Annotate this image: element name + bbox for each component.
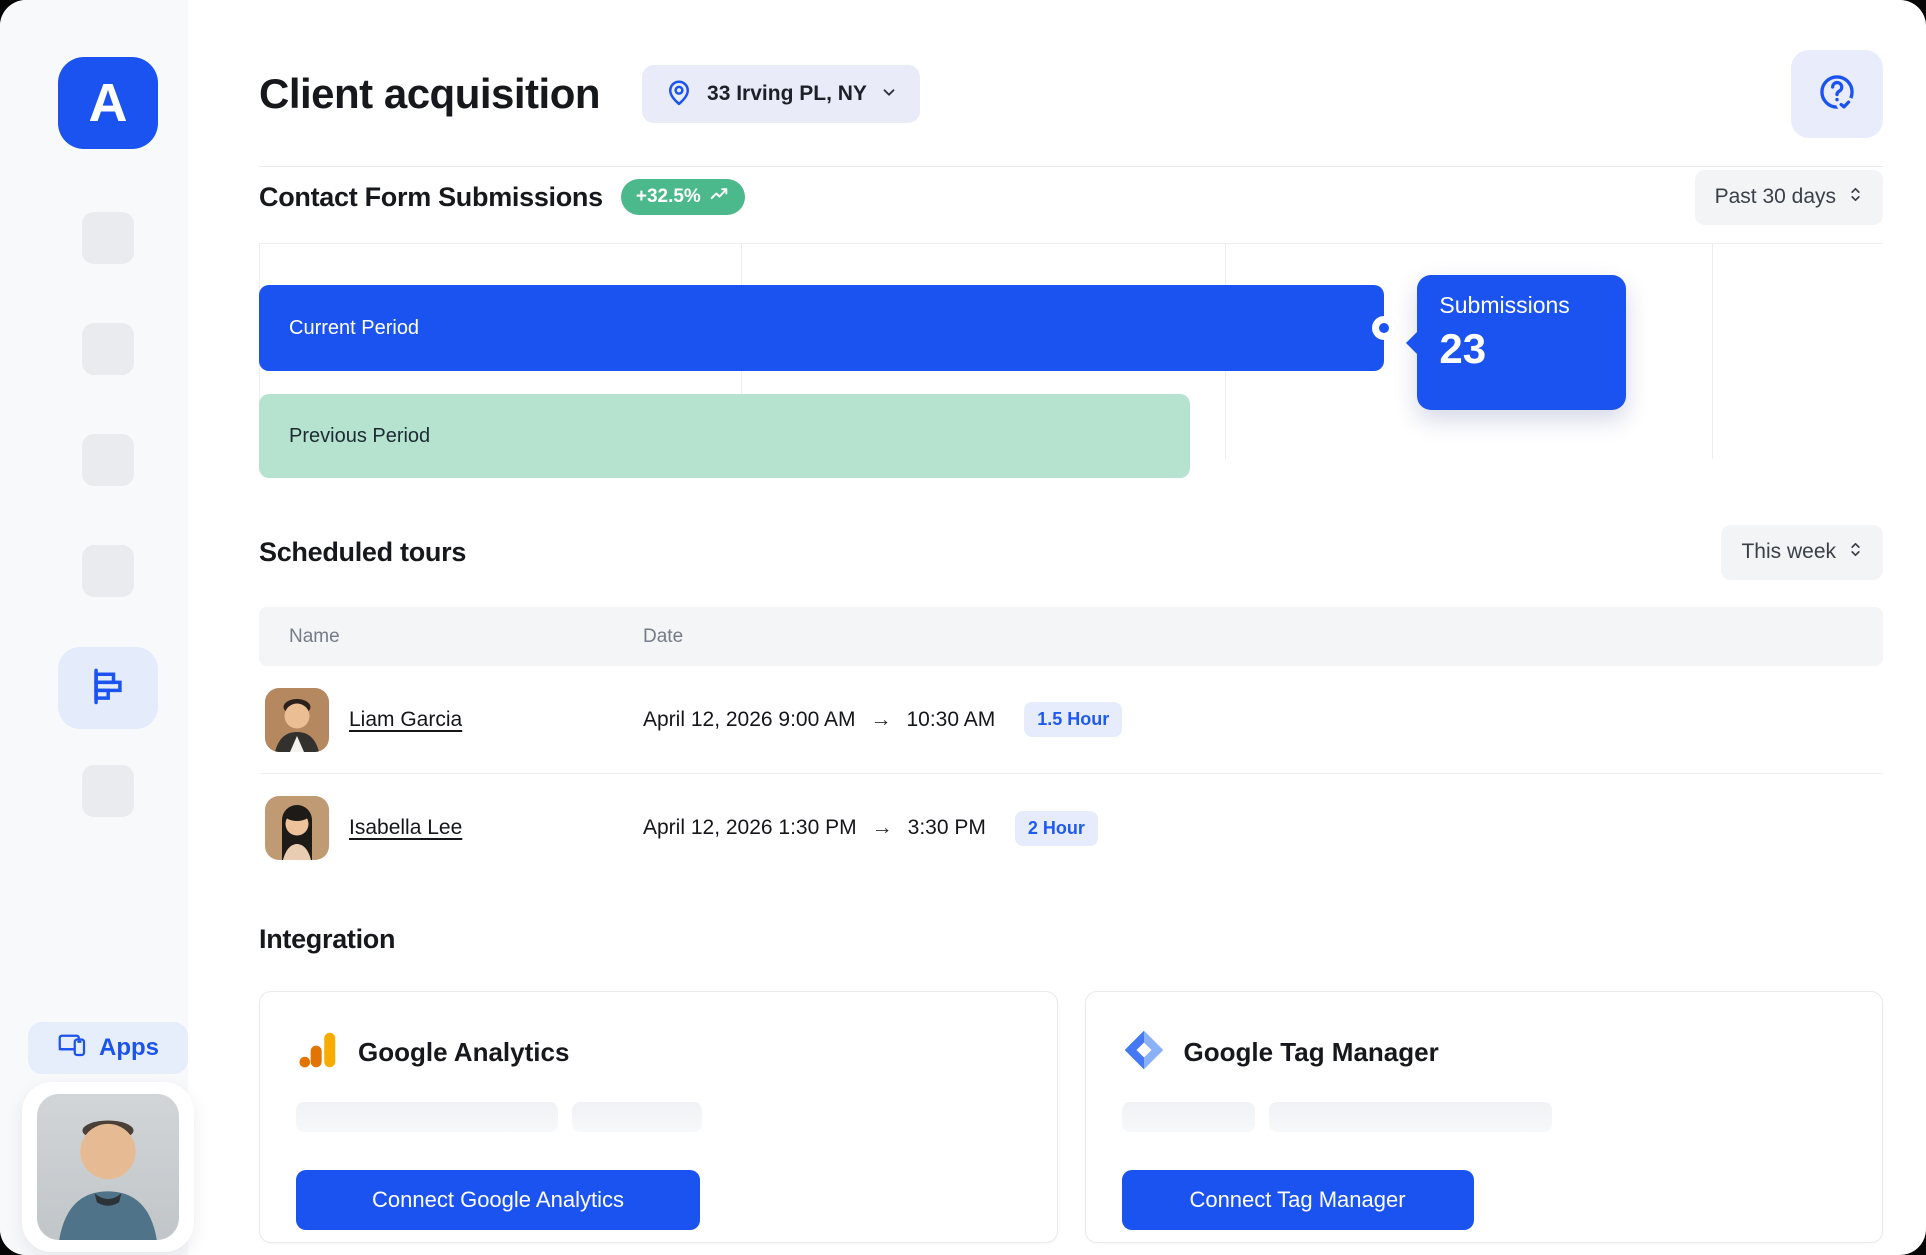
sidebar: A (0, 0, 188, 1255)
chart-point-dot (1372, 316, 1396, 340)
google-analytics-card: Google Analytics Connect Google Analytic… (259, 991, 1058, 1243)
tour-end: 3:30 PM (908, 816, 986, 840)
tooltip-label: Submissions (1439, 292, 1626, 319)
date-cell: April 12, 2026 9:00 AM → 10:30 AM 1.5 Ho… (643, 702, 1883, 737)
avatar (265, 688, 329, 752)
submissions-chart: Current Period Submissions 23 Previous P… (259, 243, 1883, 501)
connect-google-analytics-button[interactable]: Connect Google Analytics (296, 1170, 700, 1230)
range-label: This week (1741, 540, 1836, 564)
date-cell: April 12, 2026 1:30 PM → 3:30 PM 2 Hour (643, 811, 1883, 846)
profile-photo (37, 1094, 179, 1240)
growth-badge: +32.5% (621, 179, 745, 215)
skeleton-bar (296, 1102, 558, 1132)
unfold-more-icon (1846, 185, 1865, 210)
table-row: Liam Garcia April 12, 2026 9:00 AM → 10:… (259, 666, 1883, 774)
duration-badge: 1.5 Hour (1024, 702, 1122, 737)
card-header: Google Analytics (296, 1028, 1021, 1077)
tours-table: Name Date Liam Garcia April 12, 2026 9:0… (259, 607, 1883, 882)
location-label: 33 Irving PL, NY (707, 82, 867, 106)
submissions-range-select[interactable]: Past 30 days (1695, 170, 1883, 225)
sidebar-item-4[interactable] (82, 545, 134, 597)
chart-tooltip: Submissions 23 (1417, 275, 1626, 410)
sidebar-item-2[interactable] (82, 323, 134, 375)
submissions-header: Contact Form Submissions +32.5% Past 30 … (259, 169, 1883, 225)
card-title: Google Tag Manager (1184, 1037, 1439, 1068)
location-selector[interactable]: 33 Irving PL, NY (642, 65, 920, 123)
horizontal-bar-chart-icon (86, 664, 130, 713)
page-header: Client acquisition 33 Irving PL, NY (259, 48, 1883, 140)
submissions-title: Contact Form Submissions (259, 182, 603, 213)
google-tag-manager-icon (1122, 1028, 1166, 1077)
tour-end: 10:30 AM (906, 708, 995, 732)
sidebar-item-6[interactable] (82, 765, 134, 817)
chart-gridline (1712, 244, 1713, 459)
tours-title: Scheduled tours (259, 537, 466, 568)
growth-value: +32.5% (636, 186, 701, 208)
tooltip-value: 23 (1439, 325, 1626, 373)
skeleton-row (1122, 1102, 1847, 1132)
sidebar-bottom: Apps (22, 1022, 194, 1255)
column-header-date: Date (643, 626, 1883, 648)
tour-start: April 12, 2026 1:30 PM (643, 816, 857, 840)
arrow-right-icon: → (868, 708, 893, 732)
duration-badge: 2 Hour (1015, 811, 1098, 846)
unfold-more-icon (1846, 540, 1865, 565)
table-row: Isabella Lee April 12, 2026 1:30 PM → 3:… (259, 774, 1883, 882)
skeleton-bar (1269, 1102, 1552, 1132)
range-label: Past 30 days (1715, 185, 1836, 209)
arrow-right-icon: → (870, 816, 895, 840)
tours-header: Scheduled tours This week (259, 524, 1883, 580)
profile-avatar[interactable] (22, 1082, 194, 1252)
bar-previous-period[interactable]: Previous Period (259, 394, 1190, 478)
apps-button[interactable]: Apps (28, 1022, 188, 1074)
app-window: A (0, 0, 1926, 1255)
bar-current-period[interactable]: Current Period (259, 285, 1384, 371)
logo-letter: A (89, 72, 128, 134)
tours-range-select[interactable]: This week (1721, 525, 1883, 580)
skeleton-bar (1122, 1102, 1255, 1132)
table-header: Name Date (259, 607, 1883, 666)
trending-up-icon (709, 184, 730, 211)
name-cell: Liam Garcia (265, 688, 619, 752)
connect-tag-manager-button[interactable]: Connect Tag Manager (1122, 1170, 1474, 1230)
skeleton-row (296, 1102, 1021, 1132)
bar-current-label: Current Period (289, 317, 419, 340)
header-divider (259, 166, 1883, 167)
name-cell: Isabella Lee (265, 796, 619, 860)
apps-label: Apps (99, 1034, 159, 1062)
page-title: Client acquisition (259, 70, 600, 118)
card-title: Google Analytics (358, 1037, 569, 1068)
main-content: Client acquisition 33 Irving PL, NY (188, 0, 1926, 1255)
skeleton-bar (572, 1102, 702, 1132)
bar-previous-label: Previous Period (289, 425, 430, 448)
integration-cards: Google Analytics Connect Google Analytic… (259, 991, 1883, 1243)
tour-name-link[interactable]: Isabella Lee (349, 816, 462, 840)
chevron-down-icon (880, 83, 898, 106)
help-button[interactable] (1791, 50, 1883, 138)
card-header: Google Tag Manager (1122, 1028, 1847, 1077)
devices-icon (57, 1030, 87, 1067)
column-header-name: Name (289, 626, 643, 648)
sidebar-item-3[interactable] (82, 434, 134, 486)
help-question-icon (1816, 71, 1858, 118)
tour-name-link[interactable]: Liam Garcia (349, 708, 462, 732)
sidebar-item-analytics-active[interactable] (58, 647, 158, 729)
app-logo[interactable]: A (58, 57, 158, 149)
sidebar-nav (58, 212, 158, 876)
location-pin-icon (664, 77, 694, 112)
sidebar-item-1[interactable] (82, 212, 134, 264)
google-tag-manager-card: Google Tag Manager Connect Tag Manager (1085, 991, 1884, 1243)
integration-title: Integration (259, 924, 1883, 955)
avatar (265, 796, 329, 860)
google-analytics-icon (296, 1028, 340, 1077)
tour-start: April 12, 2026 9:00 AM (643, 708, 855, 732)
